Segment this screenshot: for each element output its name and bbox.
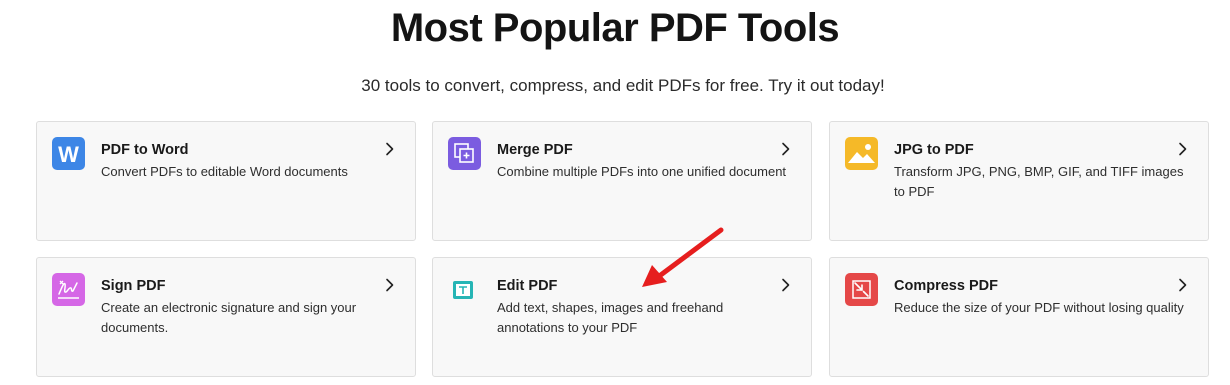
tool-description: Convert PDFs to editable Word documents: [101, 164, 348, 179]
tool-card-sign-pdf[interactable]: Sign PDF Create an electronic signature …: [36, 257, 416, 377]
svg-text:W: W: [58, 142, 79, 167]
chevron-right-icon: [386, 142, 394, 156]
chevron-right-icon: [1179, 278, 1187, 292]
word-icon: W: [52, 137, 85, 170]
tool-title: Edit PDF: [497, 278, 558, 294]
merge-icon: [448, 137, 481, 170]
tool-description: Add text, shapes, images and freehand an…: [497, 300, 724, 335]
signature-icon: [52, 273, 85, 306]
chevron-right-icon: [386, 278, 394, 292]
tool-card-jpg-to-pdf[interactable]: JPG to PDF Transform JPG, PNG, BMP, GIF,…: [829, 121, 1209, 241]
text-edit-icon: [448, 273, 481, 306]
tool-description: Create an electronic signature and sign …: [101, 300, 357, 335]
compress-icon: [845, 273, 878, 306]
tool-title: PDF to Word: [101, 142, 189, 158]
tool-card-merge-pdf[interactable]: Merge PDF Combine multiple PDFs into one…: [432, 121, 812, 241]
tool-card-compress-pdf[interactable]: Compress PDF Reduce the size of your PDF…: [829, 257, 1209, 377]
tool-description: Transform JPG, PNG, BMP, GIF, and TIFF i…: [894, 164, 1184, 199]
tool-title: Sign PDF: [101, 278, 166, 294]
tool-title: Compress PDF: [894, 278, 998, 294]
page-subtitle: 30 tools to convert, compress, and edit …: [361, 76, 885, 95]
page-title: Most Popular PDF Tools: [390, 6, 840, 50]
image-icon: [845, 137, 878, 170]
tool-card-edit-pdf[interactable]: Edit PDF Add text, shapes, images and fr…: [432, 257, 812, 377]
chevron-right-icon: [782, 278, 790, 292]
tool-card-pdf-to-word[interactable]: W PDF to Word Convert PDFs to editable W…: [36, 121, 416, 241]
tools-grid: W PDF to Word Convert PDFs to editable W…: [36, 121, 1209, 377]
tool-description: Combine multiple PDFs into one unified d…: [497, 164, 787, 179]
chevron-right-icon: [1179, 142, 1187, 156]
tool-title: Merge PDF: [497, 142, 573, 158]
tool-description: Reduce the size of your PDF without losi…: [894, 300, 1184, 315]
tool-title: JPG to PDF: [894, 142, 974, 158]
chevron-right-icon: [782, 142, 790, 156]
